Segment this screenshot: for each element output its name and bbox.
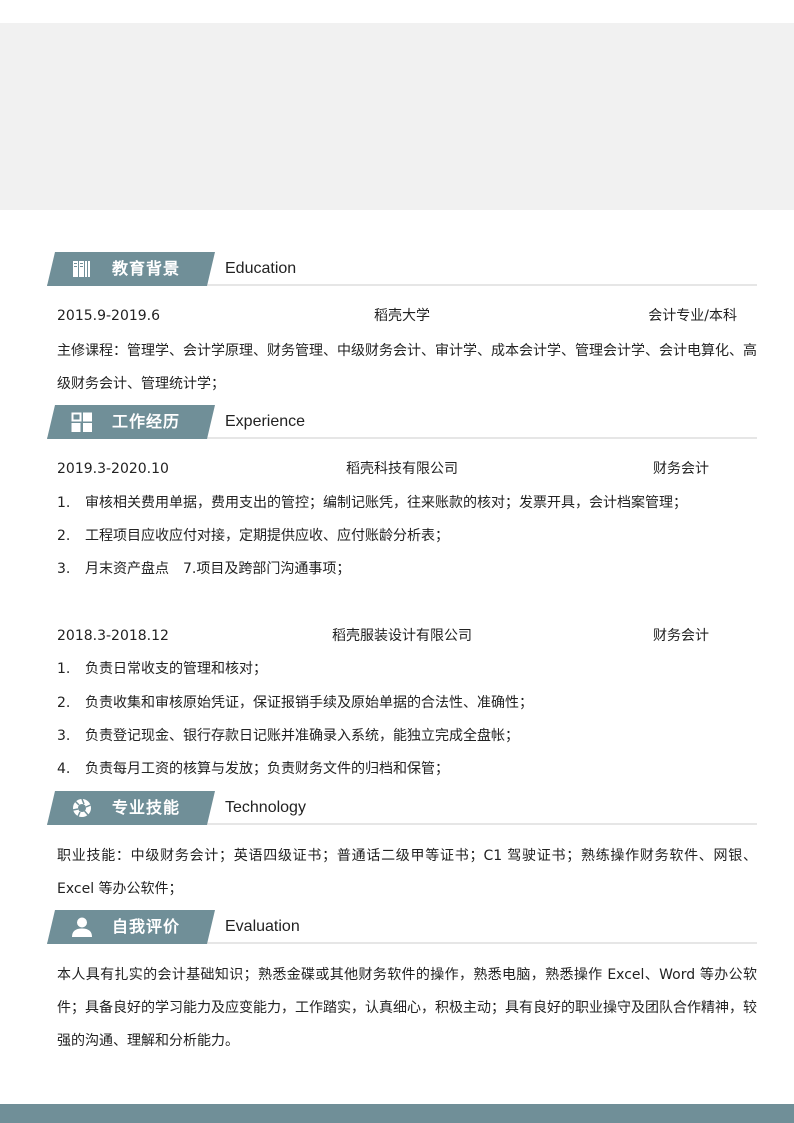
section-title-cn: 自我评价: [112, 917, 181, 936]
duty-text: 月末资产盘点 7.项目及跨部门沟通事项；: [85, 561, 351, 577]
job-company: 稻壳科技有限公司: [346, 461, 458, 477]
duty-text: 工程项目应收应付对接，定期提供应收、应付账龄分析表；: [85, 528, 449, 544]
duty-number: 1.: [57, 495, 71, 511]
footer-band: [0, 1104, 794, 1123]
duty-text: 负责日常收支的管理和核对；: [85, 661, 267, 677]
section-title-en: Technology: [225, 799, 306, 816]
section-title-en: Education: [225, 260, 297, 277]
duty-text: 审核相关费用单据，费用支出的管控；编制记账凭，往来账款的核对；发票开具，会计档案…: [85, 495, 687, 511]
section-title-cn: 专业技能: [112, 798, 181, 817]
aperture-icon: [71, 798, 93, 818]
section-header-skills: 专业技能 Technology: [47, 791, 757, 825]
skills-text: 职业技能：中级财务会计；英语四级证书；普通话二级甲等证书；C1 驾驶证书；熟练操…: [57, 848, 757, 897]
duty-item: 1. 负责日常收支的管理和核对；: [57, 653, 757, 686]
duty-item: 3. 月末资产盘点 7.项目及跨部门沟通事项；: [57, 553, 757, 586]
duty-item: 2. 工程项目应收应付对接，定期提供应收、应付账龄分析表；: [57, 520, 757, 553]
duty-number: 3.: [57, 561, 71, 577]
education-major: 会计专业/本科: [648, 308, 737, 324]
duty-item: 2. 负责收集和审核原始凭证，保证报销手续及原始单据的合法性、准确性；: [57, 687, 757, 720]
job-position: 财务会计: [653, 461, 709, 477]
duty-text: 负责收集和审核原始凭证，保证报销手续及原始单据的合法性、准确性；: [85, 695, 533, 711]
duty-item: 1. 审核相关费用单据，费用支出的管控；编制记账凭，往来账款的核对；发票开具，会…: [57, 487, 757, 520]
section-header-education: 教育背景 Education: [47, 252, 757, 286]
header-placeholder-band: [0, 23, 794, 210]
section-title-en: Evaluation: [225, 918, 300, 935]
duty-number: 4.: [57, 761, 71, 777]
books-icon: [71, 259, 93, 279]
grid-icon: [71, 412, 93, 432]
job-company: 稻壳服装设计有限公司: [332, 628, 472, 644]
user-icon: [71, 917, 93, 937]
section-title-en: Experience: [225, 413, 306, 430]
section-header-evaluation: 自我评价 Evaluation: [47, 910, 757, 944]
duty-number: 1.: [57, 661, 71, 677]
job-entry: 2018.3-2018.12 稻壳服装设计有限公司 财务会计: [57, 620, 747, 653]
job-entry: 2019.3-2020.10 稻壳科技有限公司 财务会计: [57, 453, 747, 486]
duty-text: 负责登记现金、银行存款日记账并准确录入系统，能独立完成全盘帐；: [85, 728, 519, 744]
section-title-cn: 教育背景: [112, 259, 181, 278]
section-header-experience: 工作经历 Experience: [47, 405, 757, 439]
duty-text: 负责每月工资的核算与发放；负责财务文件的归档和保管；: [85, 761, 449, 777]
education-courses: 主修课程：管理学、会计学原理、财务管理、中级财务会计、审计学、成本会计学、管理会…: [57, 343, 757, 392]
education-school: 稻壳大学: [374, 308, 430, 324]
duty-number: 3.: [57, 728, 71, 744]
duty-item: 3. 负责登记现金、银行存款日记账并准确录入系统，能独立完成全盘帐；: [57, 720, 757, 753]
evaluation-text: 本人具有扎实的会计基础知识；熟悉金碟或其他财务软件的操作，熟悉电脑，熟悉操作 E…: [57, 967, 757, 1049]
job-position: 财务会计: [653, 628, 709, 644]
duty-number: 2.: [57, 695, 71, 711]
duty-number: 2.: [57, 528, 71, 544]
education-entry: 2015.9-2019.6 稻壳大学 会计专业/本科: [57, 300, 747, 333]
section-title-cn: 工作经历: [112, 412, 181, 431]
duty-item: 4. 负责每月工资的核算与发放；负责财务文件的归档和保管；: [57, 753, 757, 786]
